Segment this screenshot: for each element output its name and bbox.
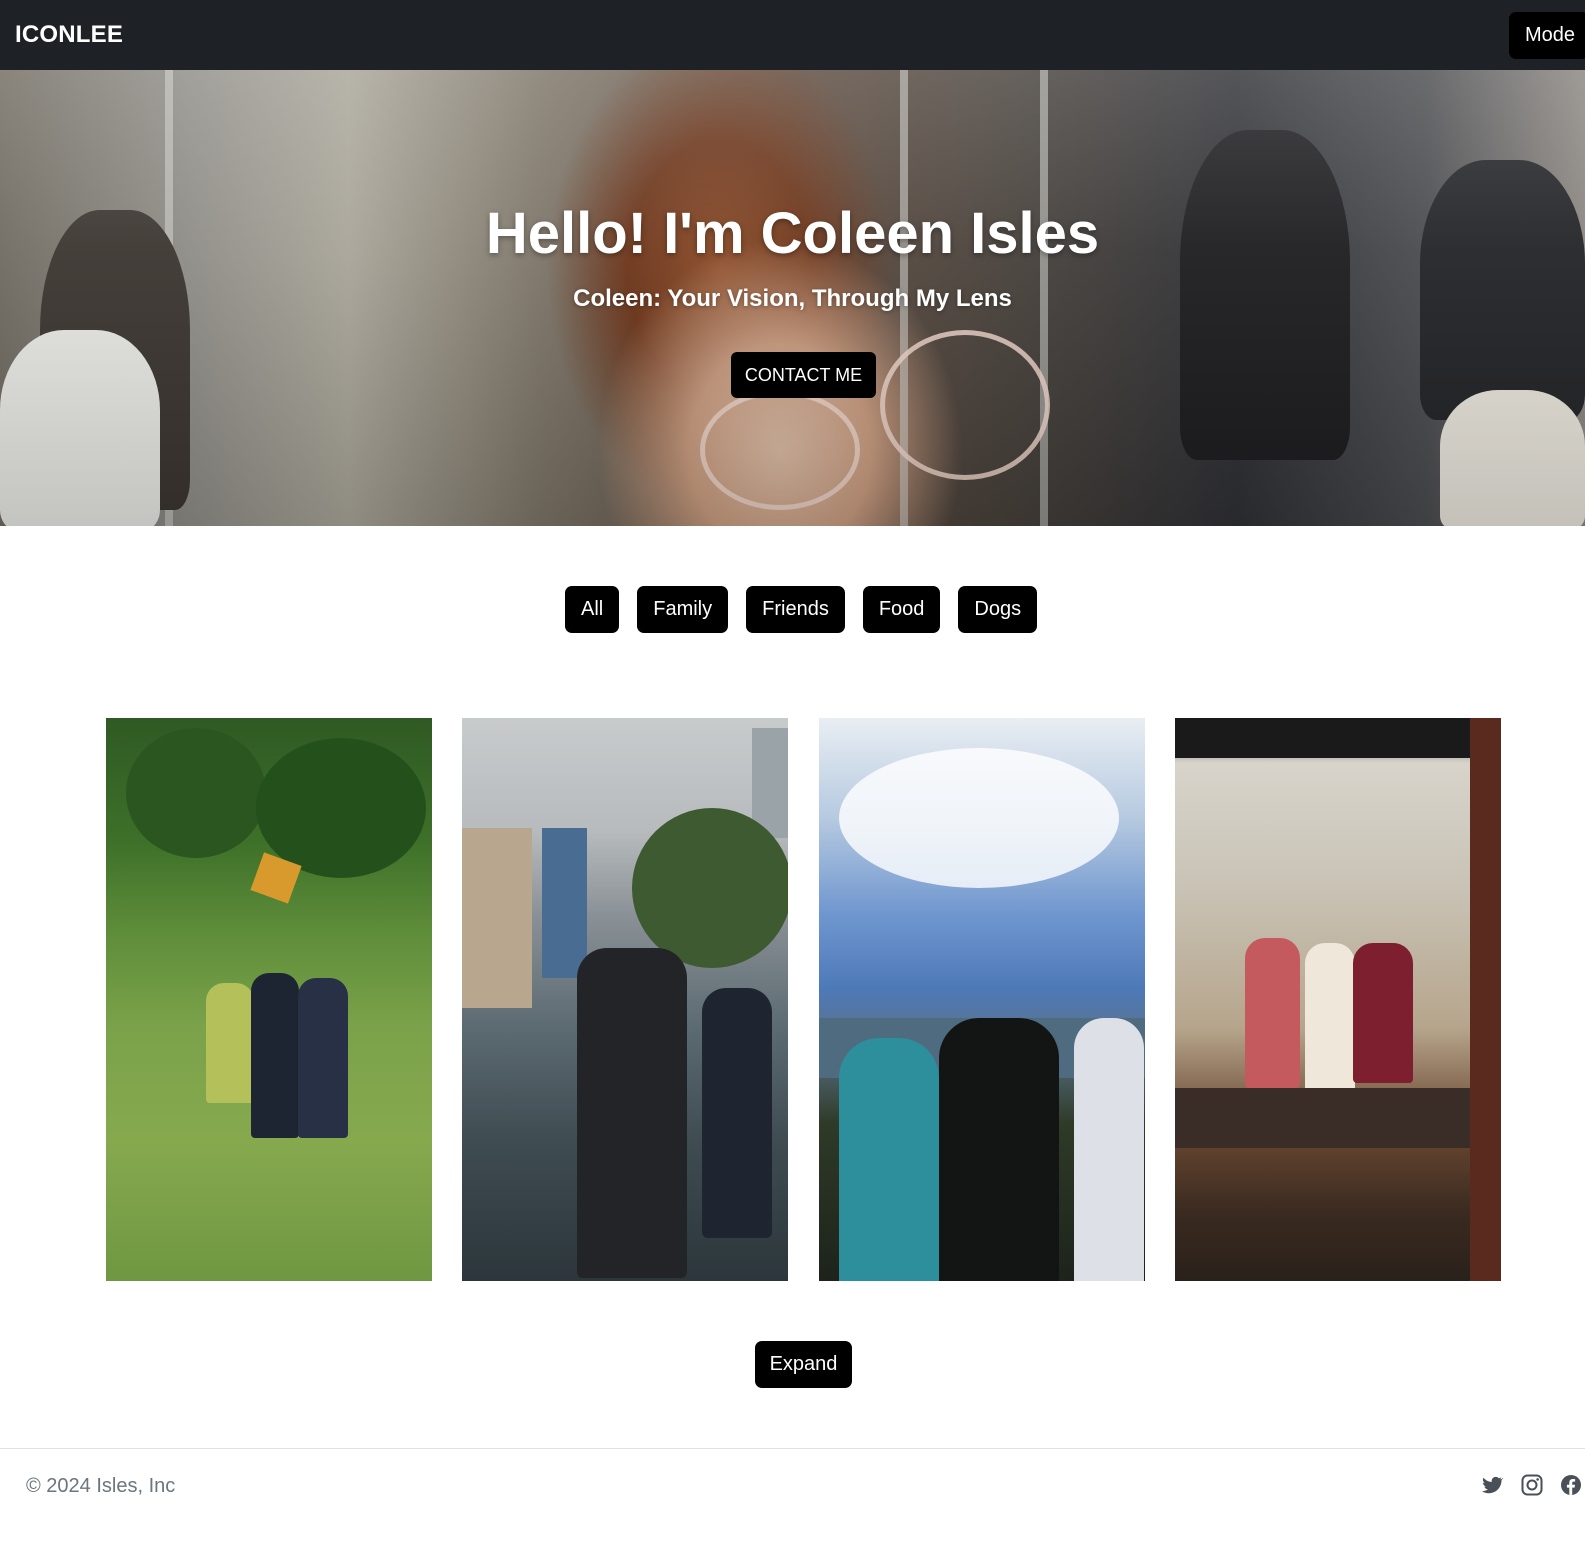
instagram-icon[interactable] [1520,1473,1544,1497]
facebook-icon[interactable] [1559,1473,1583,1497]
copyright-text: © 2024 Isles, Inc [26,1475,176,1497]
gallery-photo-mirror-selfie[interactable] [1175,718,1501,1281]
twitter-icon[interactable] [1480,1473,1504,1497]
filter-food-button[interactable]: Food [862,586,941,633]
navbar: ICONLEE Mode [0,0,1585,70]
mode-toggle-button[interactable]: Mode [1509,12,1585,59]
footer: © 2024 Isles, Inc [0,1448,1585,1549]
brand-logo[interactable]: ICONLEE [15,21,123,49]
gallery-photo-city-walk[interactable] [462,718,788,1281]
filter-family-button[interactable]: Family [637,586,729,633]
gallery-photo-family-in-park[interactable] [106,718,432,1281]
gallery-photo-mountain-view[interactable] [819,718,1145,1281]
hero-title: Hello! I'm Coleen Isles [485,201,1100,266]
filter-friends-button[interactable]: Friends [746,586,845,633]
category-filters: All Family Friends Food Dogs [565,586,1038,633]
hero-subtitle: Coleen: Your Vision, Through My Lens [573,285,1012,312]
photo-gallery [106,718,1502,1281]
hero-banner: Hello! I'm Coleen Isles Coleen: Your Vis… [0,70,1585,526]
contact-me-button[interactable]: CONTACT ME [731,352,876,398]
filter-all-button[interactable]: All [565,586,620,633]
filter-dogs-button[interactable]: Dogs [958,586,1038,633]
expand-gallery-button[interactable]: Expand [755,1341,852,1388]
